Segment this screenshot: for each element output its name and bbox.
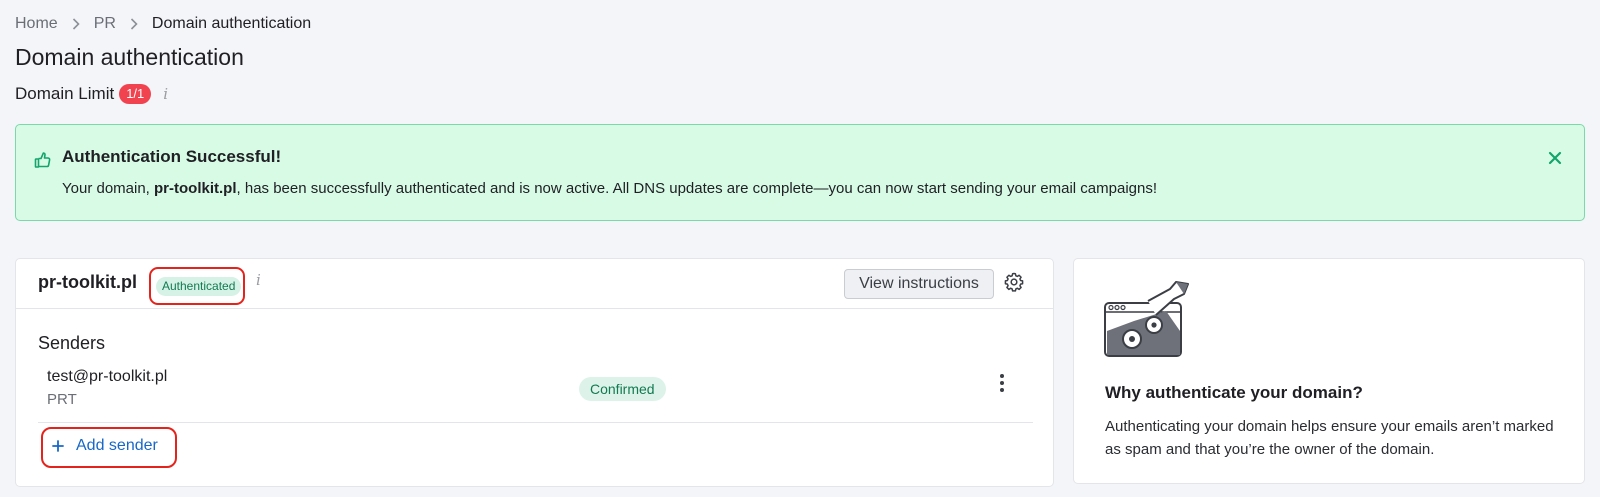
- sender-name: PRT: [47, 391, 77, 408]
- domain-limit: Domain Limit 1/1 i: [15, 84, 168, 104]
- why-authenticate-text: Authenticating your domain helps ensure …: [1105, 418, 1554, 458]
- info-icon[interactable]: i: [163, 85, 168, 103]
- status-badge: Confirmed: [579, 377, 666, 401]
- alert-message: Your domain, pr-toolkit.pl, has been suc…: [62, 180, 1158, 197]
- add-sender-label: Add sender: [76, 437, 158, 454]
- view-instructions-button[interactable]: View instructions: [844, 269, 994, 299]
- page-title: Domain authentication: [15, 44, 244, 70]
- domain-limit-badge: 1/1: [119, 84, 152, 104]
- domain-name: pr-toolkit.pl: [38, 272, 137, 292]
- more-options-icon[interactable]: [999, 373, 1005, 398]
- senders-title: Senders: [38, 333, 106, 353]
- domain-limit-label: Domain Limit: [15, 84, 115, 103]
- domain-card-header: pr-toolkit.pl Authenticated i View instr…: [16, 259, 1053, 309]
- breadcrumb-current: Domain authentication: [151, 15, 312, 32]
- chevron-right-icon: [130, 18, 138, 30]
- info-icon[interactable]: i: [256, 271, 261, 289]
- alert-domain: pr-toolkit.pl: [154, 180, 237, 197]
- breadcrumb: Home PR Domain authentication: [15, 15, 311, 33]
- gear-icon[interactable]: [1004, 272, 1024, 297]
- success-alert: Authentication Successful! Your domain, …: [15, 124, 1585, 221]
- add-sender-button[interactable]: Add sender: [52, 437, 158, 455]
- why-authenticate-title: Why authenticate your domain?: [1105, 383, 1363, 402]
- status-badge: Authenticated: [156, 277, 242, 296]
- add-sender-highlight: Add sender: [41, 427, 177, 468]
- divider: [38, 422, 1033, 423]
- breadcrumb-pr[interactable]: PR: [94, 15, 116, 33]
- close-icon[interactable]: [1548, 151, 1562, 165]
- chevron-right-icon: [72, 18, 80, 30]
- sender-email: test@pr-toolkit.pl: [47, 368, 168, 385]
- gears-illustration-icon: [1104, 281, 1190, 364]
- status-highlight: Authenticated: [149, 267, 245, 305]
- domain-card: pr-toolkit.pl Authenticated i View instr…: [15, 258, 1054, 487]
- breadcrumb-home[interactable]: Home: [15, 15, 58, 33]
- why-authenticate-card: Why authenticate your domain? Authentica…: [1073, 258, 1585, 484]
- thumbs-up-icon: [34, 151, 52, 174]
- plus-icon: [52, 440, 64, 452]
- alert-title: Authentication Successful!: [62, 147, 282, 166]
